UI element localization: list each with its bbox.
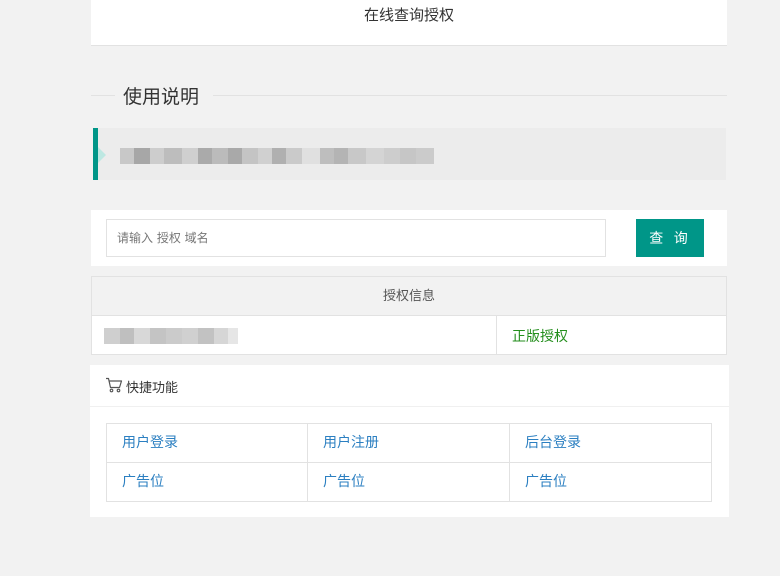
table-header: 授权信息 xyxy=(92,277,726,316)
page-title: 在线查询授权 xyxy=(363,6,454,24)
authorization-status: 正版授权 xyxy=(512,329,568,345)
quick-functions-card: 快捷功能 用户登录 用户注册 后台登录 广告位 广告位 广告位 xyxy=(90,365,729,517)
ad-slot-link[interactable]: 广告位 xyxy=(525,474,567,490)
divider-line-left xyxy=(91,95,115,96)
redacted-domain xyxy=(104,328,238,344)
notice-blockquote xyxy=(93,128,726,180)
search-panel: 查 询 xyxy=(91,210,727,266)
quick-functions-title: 快捷功能 xyxy=(126,381,179,396)
user-register-link[interactable]: 用户注册 xyxy=(323,435,379,451)
cell-divider xyxy=(496,316,497,354)
top-bar: 在线查询授权 xyxy=(91,0,727,46)
notice-arrow-icon xyxy=(98,147,106,163)
redacted-notice-text xyxy=(120,148,434,164)
section-heading: 使用说明 xyxy=(91,78,727,114)
authorization-info-table: 授权信息 正版授权 xyxy=(91,276,727,355)
ad-slot-link[interactable]: 广告位 xyxy=(323,474,365,490)
quick-links-grid: 用户登录 用户注册 后台登录 广告位 广告位 广告位 xyxy=(106,423,712,502)
user-login-link[interactable]: 用户登录 xyxy=(122,435,178,451)
ad-slot-link[interactable]: 广告位 xyxy=(122,474,164,490)
divider-line-right xyxy=(213,95,727,96)
query-button[interactable]: 查 询 xyxy=(636,219,704,257)
cart-icon xyxy=(105,377,123,397)
table-row: 正版授权 xyxy=(92,316,726,354)
section-title: 使用说明 xyxy=(123,86,200,108)
admin-login-link[interactable]: 后台登录 xyxy=(525,435,581,451)
quick-functions-header: 快捷功能 xyxy=(90,365,729,407)
domain-search-input[interactable] xyxy=(106,219,606,257)
